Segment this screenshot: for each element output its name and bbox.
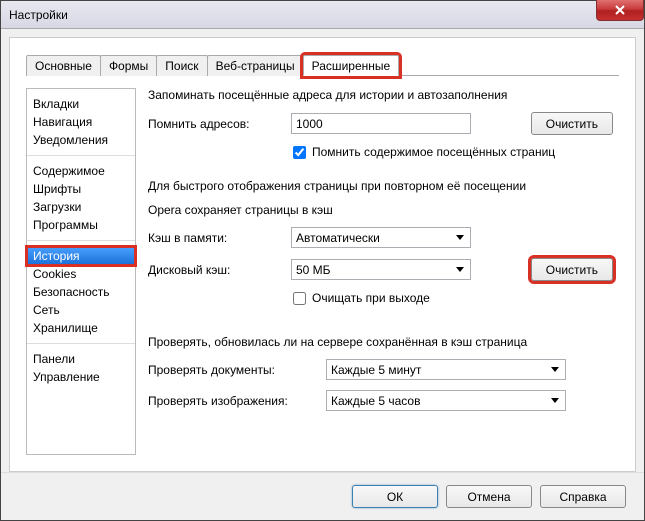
check-docs-label: Проверять документы: xyxy=(148,363,318,377)
remember-content-label: Помнить содержимое посещённых страниц xyxy=(312,145,555,159)
clear-cache-button[interactable]: Очистить xyxy=(531,258,613,281)
chevron-down-icon xyxy=(452,229,468,246)
tab-main[interactable]: Основные xyxy=(26,55,101,76)
memory-cache-row: Кэш в памяти: Автоматически xyxy=(148,227,613,248)
check-images-value: Каждые 5 часов xyxy=(331,394,420,408)
chevron-down-icon xyxy=(547,361,563,378)
check-images-dropdown[interactable]: Каждые 5 часов xyxy=(326,390,566,411)
remember-content-row: Помнить содержимое посещённых страниц xyxy=(293,145,613,159)
check-images-label: Проверять изображения: xyxy=(148,394,318,408)
check-docs-dropdown[interactable]: Каждые 5 минут xyxy=(326,359,566,380)
titlebar: Настройки xyxy=(1,1,644,29)
remember-addresses-input[interactable] xyxy=(291,113,471,134)
chevron-down-icon xyxy=(547,392,563,409)
cache-desc1: Для быстрого отображения страницы при по… xyxy=(148,179,613,193)
memory-cache-dropdown[interactable]: Автоматически xyxy=(291,227,471,248)
dialog-footer: ОК Отмена Справка xyxy=(1,472,644,520)
sidebar-item-management[interactable]: Управление xyxy=(27,368,135,386)
dialog-content: Основные Формы Поиск Веб-страницы Расшир… xyxy=(9,37,636,472)
sidebar-item-history[interactable]: История xyxy=(27,247,135,265)
disk-cache-label: Дисковый кэш: xyxy=(148,263,283,277)
close-button[interactable] xyxy=(596,0,644,21)
close-icon xyxy=(615,5,625,15)
disk-cache-dropdown[interactable]: 50 МБ xyxy=(291,259,471,280)
tab-webpages[interactable]: Веб-страницы xyxy=(207,55,304,76)
tab-forms[interactable]: Формы xyxy=(100,55,157,76)
main-panel: Запоминать посещённые адреса для истории… xyxy=(148,88,619,455)
sidebar-item-navigation[interactable]: Навигация xyxy=(27,113,135,131)
disk-cache-row: Дисковый кэш: 50 МБ Очистить xyxy=(148,258,613,281)
chevron-down-icon xyxy=(452,261,468,278)
sidebar-item-fonts[interactable]: Шрифты xyxy=(27,180,135,198)
remember-content-checkbox[interactable] xyxy=(293,146,306,159)
sidebar-item-cookies[interactable]: Cookies xyxy=(27,265,135,283)
sidebar-item-network[interactable]: Сеть xyxy=(27,301,135,319)
check-docs-row: Проверять документы: Каждые 5 минут xyxy=(148,359,613,380)
tabstrip: Основные Формы Поиск Веб-страницы Расшир… xyxy=(26,54,619,76)
clear-on-exit-label: Очищать при выходе xyxy=(312,291,430,305)
clear-on-exit-row: Очищать при выходе xyxy=(293,291,613,305)
help-button[interactable]: Справка xyxy=(540,485,626,508)
check-images-row: Проверять изображения: Каждые 5 часов xyxy=(148,390,613,411)
settings-window: Настройки Основные Формы Поиск Веб-стран… xyxy=(0,0,645,521)
sidebar-item-content[interactable]: Содержимое xyxy=(27,162,135,180)
disk-cache-value: 50 МБ xyxy=(296,263,331,277)
tab-search[interactable]: Поиск xyxy=(156,55,207,76)
sidebar-item-programs[interactable]: Программы xyxy=(27,216,135,234)
clear-addresses-button[interactable]: Очистить xyxy=(531,112,613,135)
cancel-button[interactable]: Отмена xyxy=(446,485,532,508)
tab-body: Вкладки Навигация Уведомления Содержимое… xyxy=(26,76,619,455)
sidebar-item-downloads[interactable]: Загрузки xyxy=(27,198,135,216)
sidebar-item-storage[interactable]: Хранилище xyxy=(27,319,135,337)
remember-addresses-row: Помнить адресов: Очистить xyxy=(148,112,613,135)
memory-cache-label: Кэш в памяти: xyxy=(148,231,283,245)
window-title: Настройки xyxy=(5,8,68,22)
sidebar-item-panels[interactable]: Панели xyxy=(27,350,135,368)
tab-advanced[interactable]: Расширенные xyxy=(303,55,400,76)
remember-addresses-label: Помнить адресов: xyxy=(148,117,283,131)
sidebar-item-notifications[interactable]: Уведомления xyxy=(27,131,135,149)
clear-on-exit-checkbox[interactable] xyxy=(293,292,306,305)
ok-button[interactable]: ОК xyxy=(352,485,438,508)
cache-desc2: Opera сохраняет страницы в кэш xyxy=(148,203,613,217)
memory-cache-value: Автоматически xyxy=(296,231,380,245)
sidebar: Вкладки Навигация Уведомления Содержимое… xyxy=(26,88,136,455)
sidebar-item-security[interactable]: Безопасность xyxy=(27,283,135,301)
remember-description: Запоминать посещённые адреса для истории… xyxy=(148,88,613,102)
check-docs-value: Каждые 5 минут xyxy=(331,363,421,377)
sidebar-item-tabs[interactable]: Вкладки xyxy=(27,95,135,113)
check-server-text: Проверять, обновилась ли на сервере сохр… xyxy=(148,335,613,349)
